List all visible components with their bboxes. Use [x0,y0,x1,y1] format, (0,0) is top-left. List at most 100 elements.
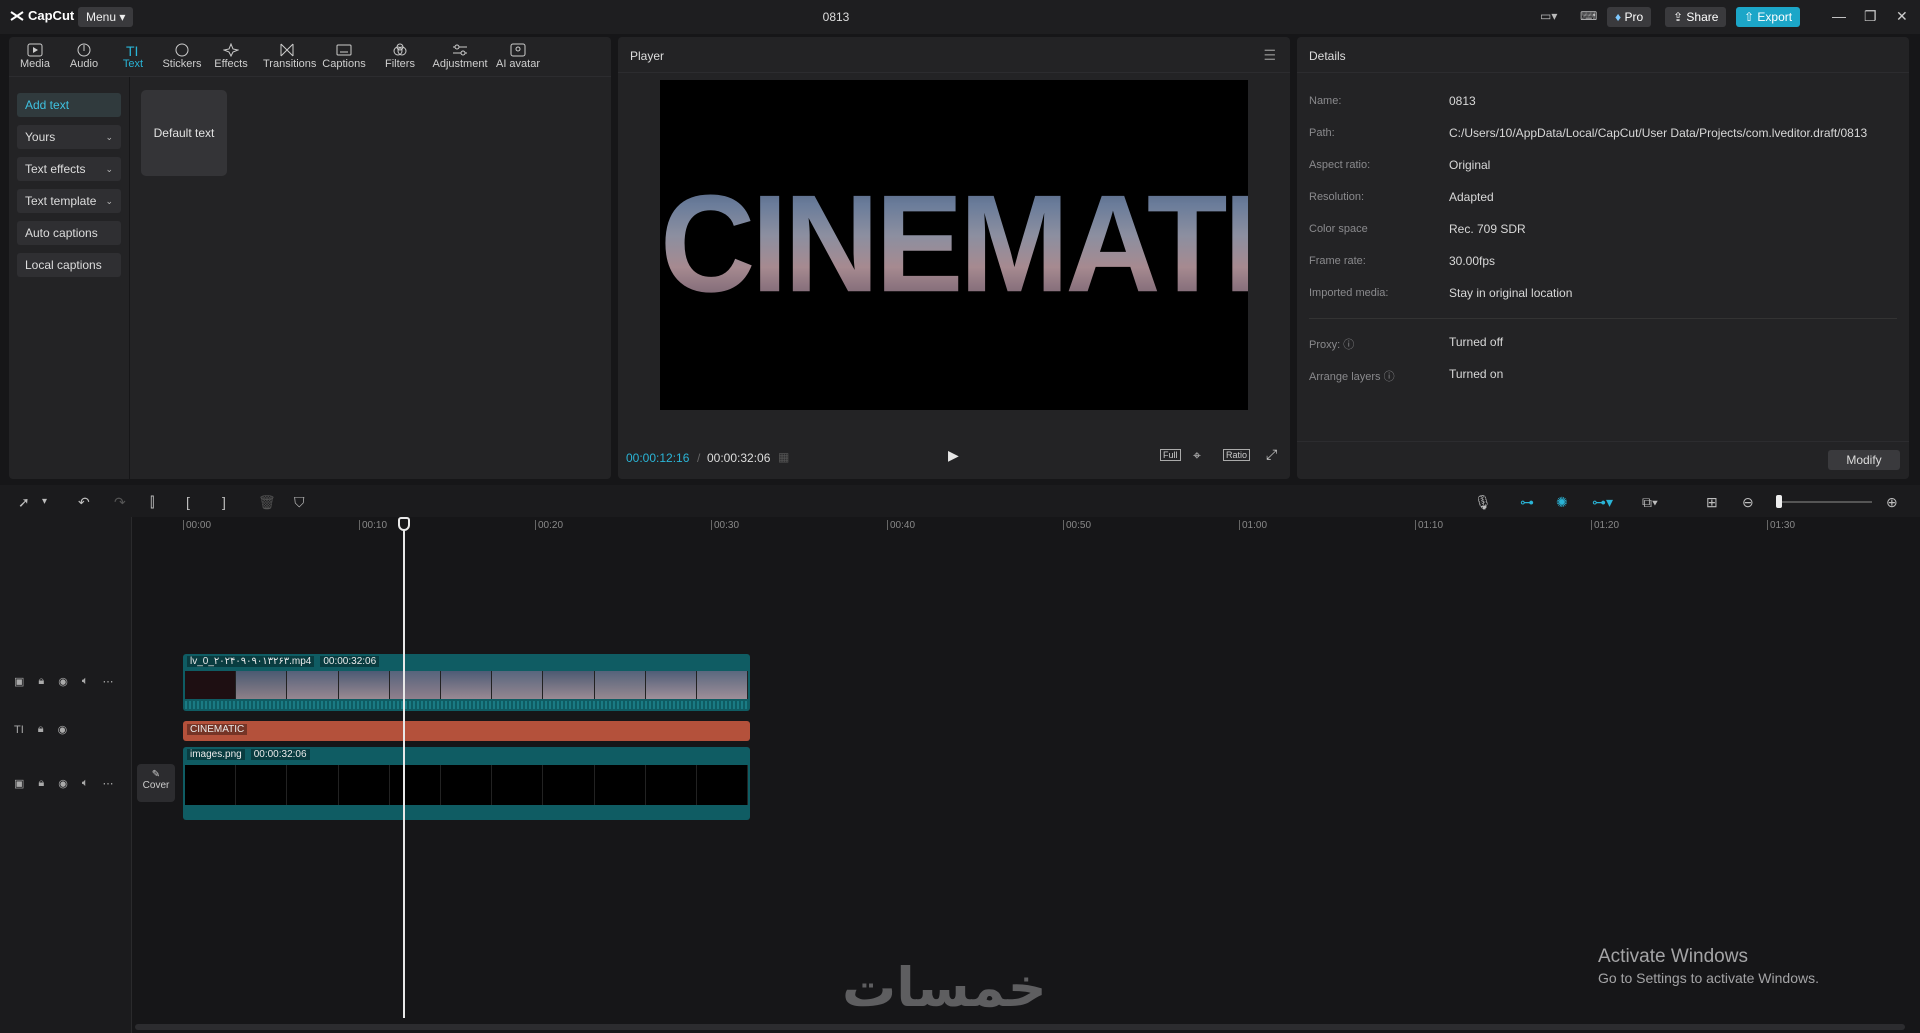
divider [1309,318,1897,319]
player-menu-icon[interactable]: ☰ [1263,47,1276,64]
share-button[interactable]: ⇪ Share [1665,7,1727,27]
sidebar-item-yours[interactable]: Yours ⌄ [17,125,121,149]
tab-captions[interactable]: Captions [320,41,368,70]
clip-name: images.png [187,749,245,760]
tab-audio[interactable]: Audio [60,41,108,70]
title-bar: CapCut Menu ▾ 0813 ▭▾ ⌨ ♦ Pro ⇪ Share ⇧ … [0,0,1920,34]
preview-axis-icon[interactable]: ⧉▾ [1642,494,1658,511]
eye-icon[interactable]: ◉ [58,777,68,790]
clip-duration: 00:00:32:06 [320,656,380,667]
select-tool-icon[interactable]: ➚ [18,494,30,511]
layout-icon[interactable]: ▭▾ [1540,9,1557,23]
audio-icon [77,43,91,57]
fullscreen-icon[interactable]: ⤢ [1266,446,1277,463]
eye-icon[interactable]: ◉ [58,723,68,736]
zoom-slider[interactable] [1780,501,1872,503]
project-title: 0813 [822,10,850,24]
marker-icon[interactable]: ⛉ [294,494,305,511]
fit-timeline-icon[interactable]: ⊞ [1706,494,1718,511]
lock-icon[interactable]: 🔒︎ [38,675,44,688]
volume-icon[interactable]: 🔈︎ [82,675,89,688]
redo-icon[interactable]: ↷ [114,494,126,511]
detail-value: Adapted [1449,190,1494,204]
ai-avatar-icon [510,43,526,57]
timeline-horizontal-scrollbar[interactable] [135,1024,1905,1030]
clip-label: images.png 00:00:32:06 [187,749,310,760]
zoom-in-icon[interactable]: ⊕ [1886,494,1898,511]
zoom-slider-handle[interactable] [1776,495,1782,508]
tab-stickers[interactable]: Stickers [158,41,206,70]
video-clip[interactable]: lv_0_۲۰۲۴۰۹۰۹۰۱۳۲۶۳.mp4 00:00:32:06 [183,654,750,711]
eye-icon[interactable]: ◉ [58,675,68,688]
chevron-down-icon: ⌄ [105,196,113,206]
tab-effects[interactable]: Effects [207,41,255,70]
sidebar-item-add-text[interactable]: Add text [17,93,121,117]
sidebar-item-text-effects[interactable]: Text effects ⌄ [17,157,121,181]
share-icon: ⇪ [1673,10,1684,24]
tab-media[interactable]: Media [11,41,59,70]
ratio-button[interactable]: Ratio [1223,449,1251,461]
sidebar-item-local-captions[interactable]: Local captions [17,253,121,277]
detail-label: Name: [1309,95,1342,107]
tab-transitions[interactable]: Transitions [263,41,316,70]
timeline-ruler: 00:00 00:10 00:20 00:30 00:40 00:50 01:0… [183,520,1920,536]
category-toolbar: Media Audio TI Text Stickers Effects Tra… [9,37,611,77]
diamond-icon: ♦ [1615,10,1622,24]
playhead[interactable] [403,518,405,1018]
detail-label: Path: [1309,127,1335,139]
sidebar-item-text-template[interactable]: Text template ⌄ [17,189,121,213]
brand-watermark: خمسات [842,956,1047,1019]
microphone-icon[interactable]: 🎙 [1474,494,1492,511]
pro-button[interactable]: ♦ Pro [1607,7,1652,27]
zoom-out-icon[interactable]: ⊖ [1742,494,1754,511]
ruler-tick: 00:00 [183,520,211,531]
play-icon[interactable]: ▶ [948,447,959,464]
lock-icon[interactable]: 🔒︎ [38,723,44,736]
link-main-track-icon[interactable]: ⊶ [1520,494,1534,511]
divider [618,72,1290,73]
tab-ai-avatar[interactable]: AI avatar [493,41,543,70]
playhead-handle[interactable] [398,517,410,531]
activate-windows-watermark: Activate Windows Go to Settings to activ… [1598,946,1819,986]
image-clip[interactable]: images.png 00:00:32:06 [183,747,750,820]
ruler-tick: 00:20 [535,520,563,531]
magnet-icon[interactable]: ✺ [1556,494,1568,511]
edit-icon: ✎ [151,769,161,780]
timeline-toolbar: ➚ ▾ ↶ ↷ ⫿ [ ] 🗑 ⛉ 🎙 ⊶ ✺ ⊶▾ ⧉▾ ⊞ ⊖ ⊕ [0,485,1920,517]
more-icon[interactable]: ⋯ [102,777,113,790]
ruler-tick: 01:30 [1767,520,1795,531]
linkage-icon[interactable]: ⊶▾ [1592,494,1613,511]
track-header-video: ▣ 🔒︎ ◉ 🔈︎ ⋯ [14,675,113,688]
text-icon: TI [126,43,138,57]
trim-left-icon[interactable]: [ [186,494,190,510]
undo-icon[interactable]: ↶ [78,494,90,511]
divider [1297,72,1909,73]
grid-icon[interactable]: ▦ [778,450,789,464]
tab-filters[interactable]: Filters [376,41,424,70]
focus-icon[interactable]: ⌖ [1193,447,1201,464]
audio-waveform [185,701,748,709]
export-button[interactable]: ⇧ Export [1736,7,1801,27]
cover-button[interactable]: ✎ Cover [137,764,175,802]
shortcut-icon[interactable]: ⌨ [1580,9,1597,23]
chevron-down-icon[interactable]: ▾ [42,496,47,507]
full-button[interactable]: Full [1160,449,1181,461]
close-icon[interactable]: ✕ [1896,8,1908,25]
sidebar-item-auto-captions[interactable]: Auto captions [17,221,121,245]
more-icon[interactable]: ⋯ [102,675,113,688]
restore-icon[interactable]: ❐ [1864,8,1877,25]
volume-icon[interactable]: 🔈︎ [82,777,89,790]
modify-button[interactable]: Modify [1828,450,1900,470]
minimize-icon[interactable]: — [1832,8,1846,24]
default-text-card[interactable]: Default text [141,90,227,176]
tab-adjustment[interactable]: Adjustment [427,41,493,70]
video-preview[interactable]: CINEMATIC [660,80,1248,410]
info-icon: ⓘ [1383,371,1395,383]
clip-label: lv_0_۲۰۲۴۰۹۰۹۰۱۳۲۶۳.mp4 00:00:32:06 [187,656,380,667]
lock-icon[interactable]: 🔒︎ [38,777,44,790]
tab-text[interactable]: TI Text [109,41,157,70]
split-icon[interactable]: ⫿ [150,494,154,511]
delete-icon[interactable]: 🗑 [258,494,276,511]
trim-right-icon[interactable]: ] [222,494,226,510]
text-clip[interactable]: CINEMATIC [183,721,750,741]
